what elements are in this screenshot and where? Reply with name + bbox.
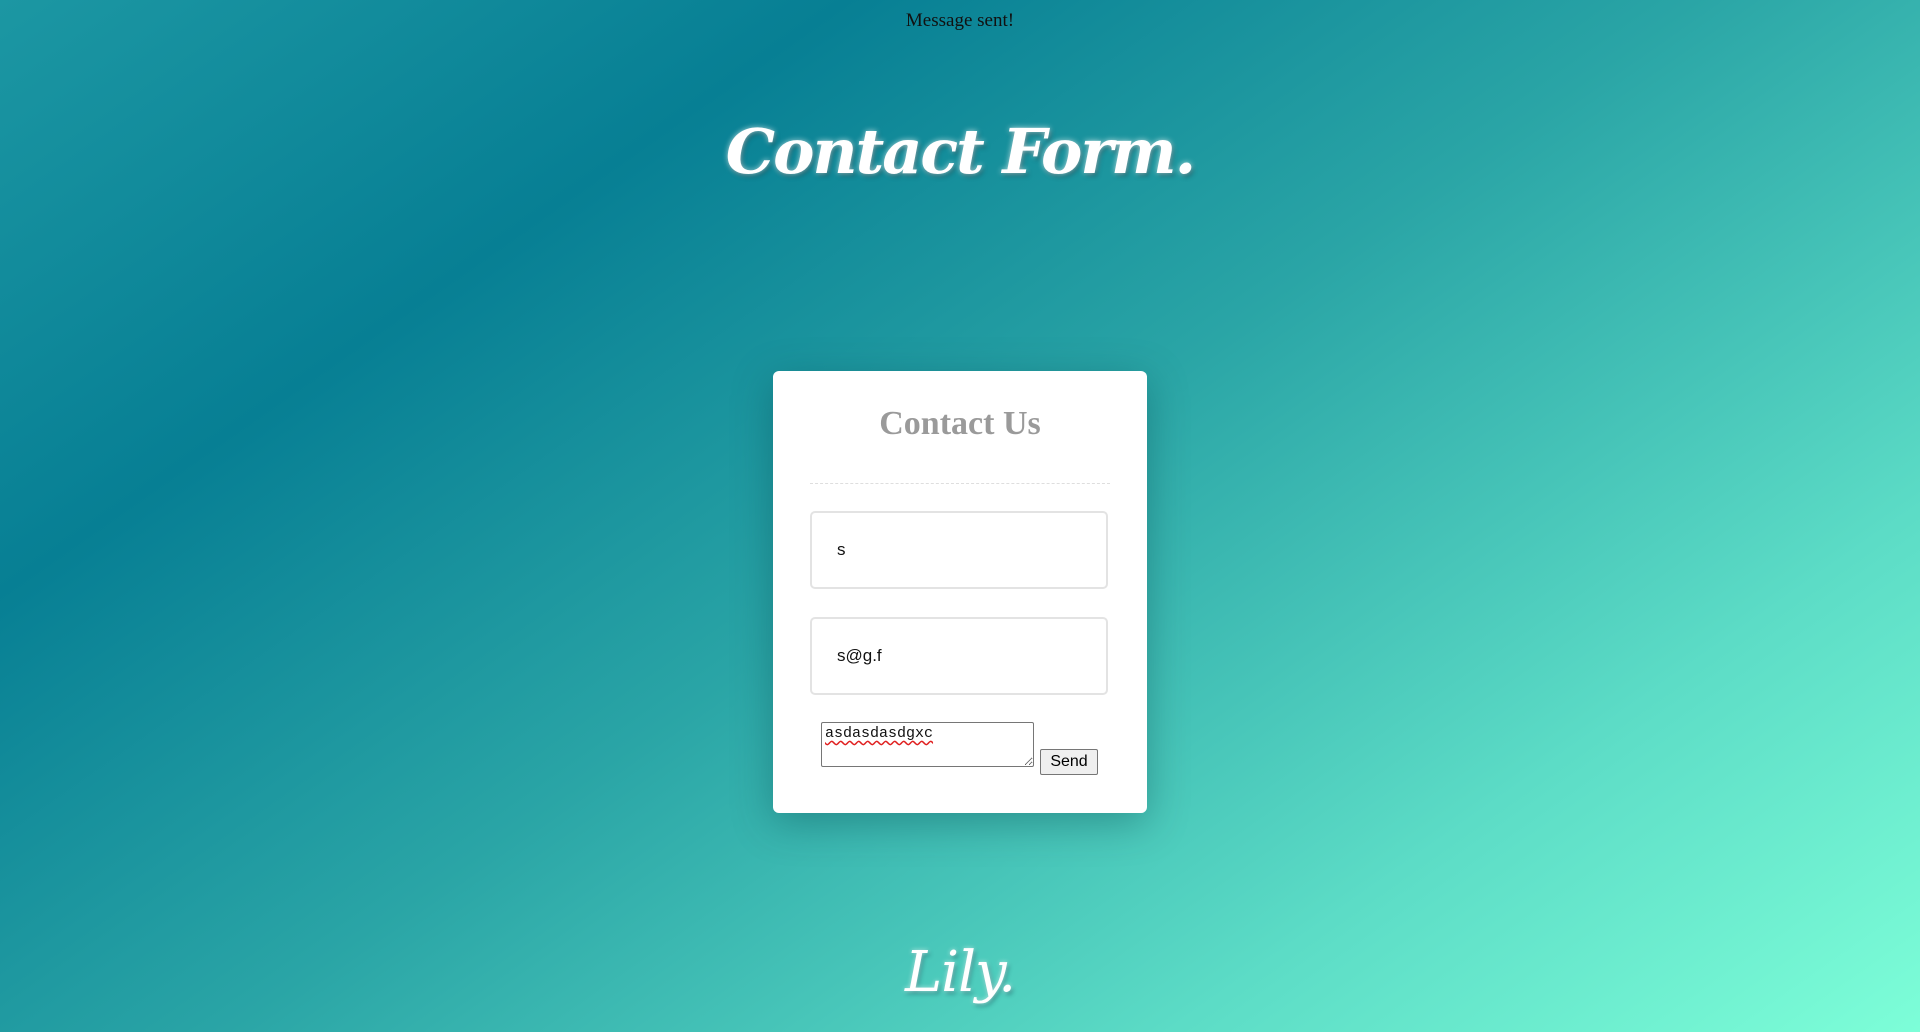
- signature: Lily.: [904, 940, 1016, 1005]
- send-button[interactable]: Send: [1040, 749, 1098, 775]
- email-field[interactable]: [810, 617, 1108, 695]
- card-title: Contact Us: [879, 405, 1041, 442]
- status-message: Message sent!: [905, 10, 1015, 31]
- name-field[interactable]: [810, 511, 1108, 589]
- contact-card: Contact Us asdasdasdgxc Send: [773, 371, 1147, 813]
- divider: [810, 483, 1110, 484]
- hero-title: Contact Form.: [725, 115, 1196, 188]
- message-textarea[interactable]: asdasdasdgxc: [821, 722, 1034, 767]
